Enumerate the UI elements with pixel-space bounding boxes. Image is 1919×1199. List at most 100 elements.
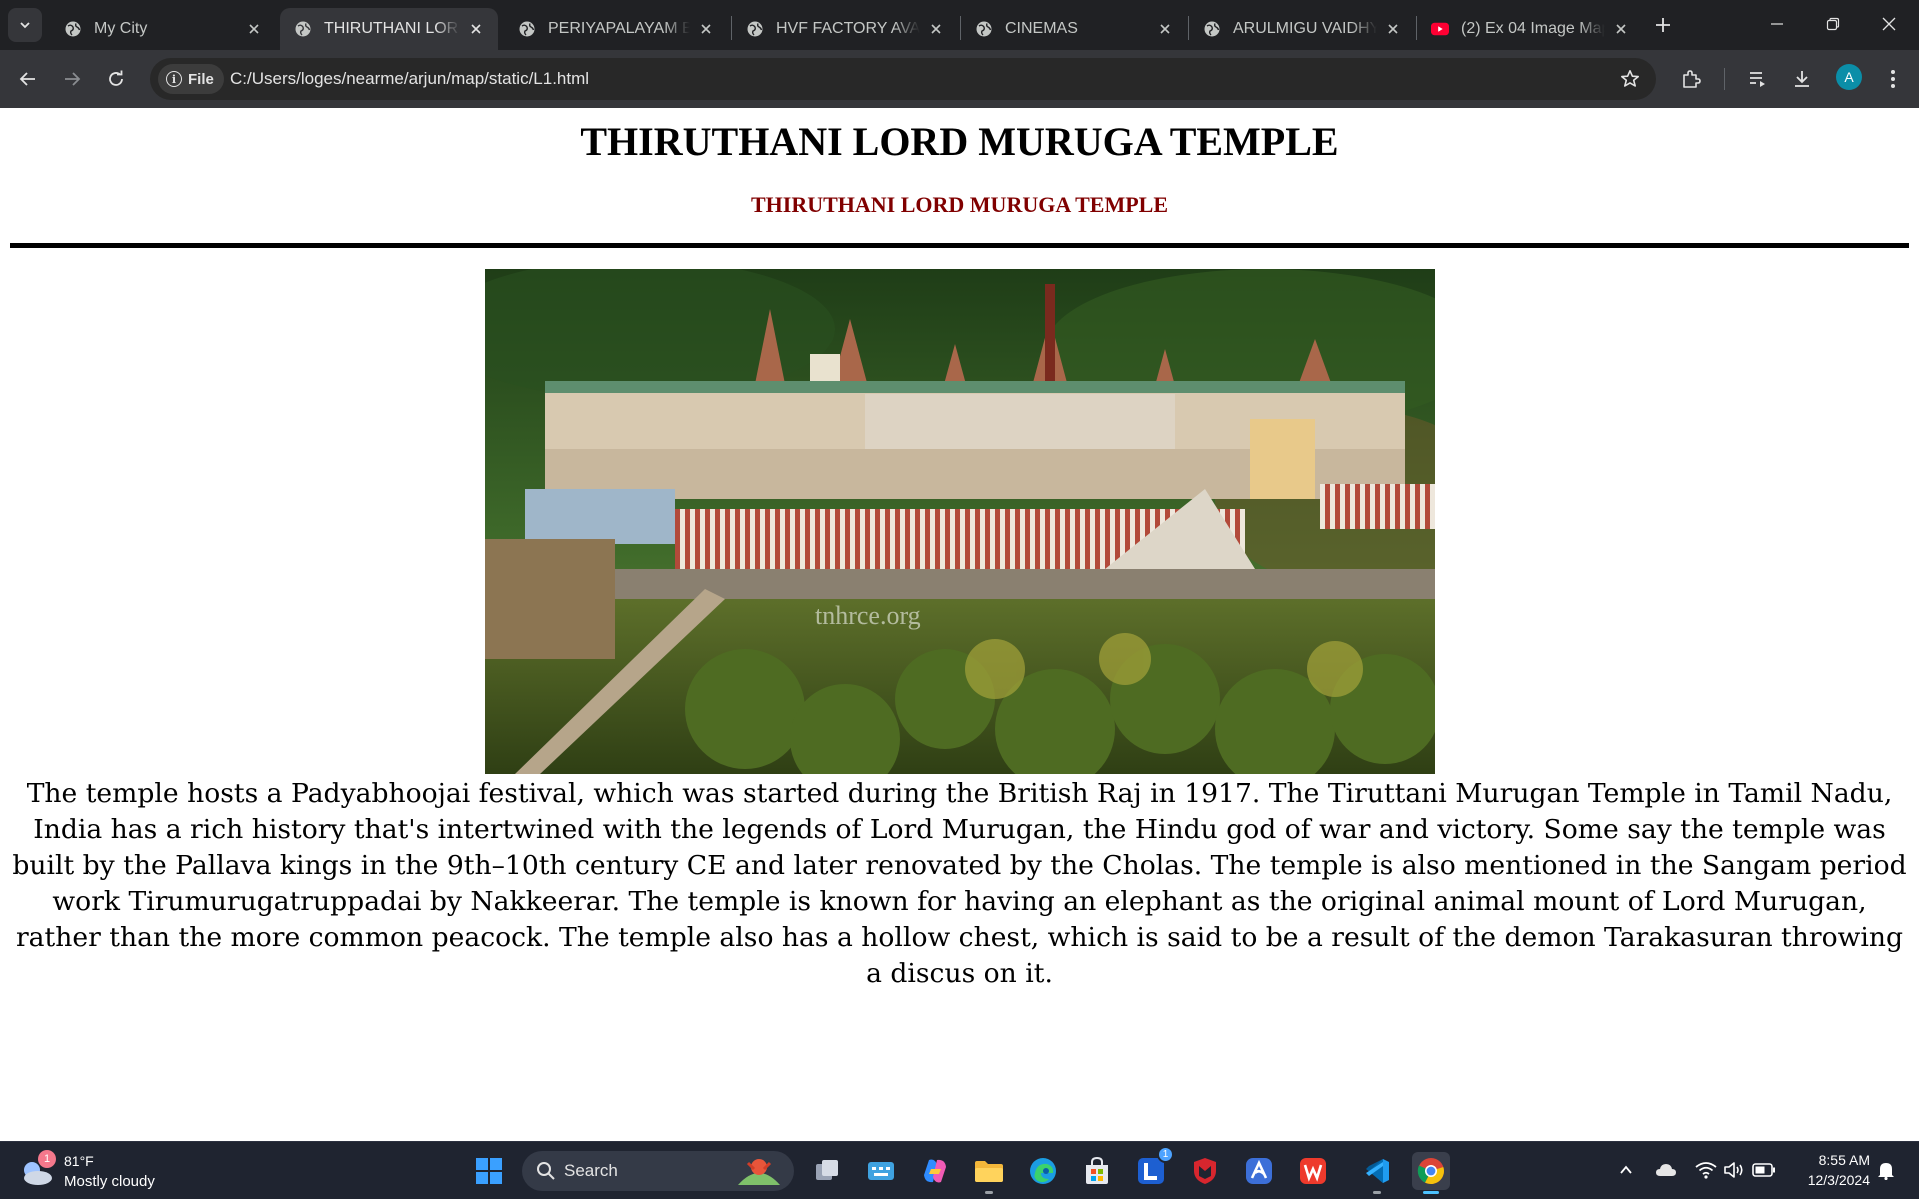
reload-button[interactable] — [100, 63, 132, 95]
notification-badge: 1 — [1157, 1146, 1174, 1163]
tab-arulmigu[interactable]: ARULMIGU VAIDHYA VEERARAGHAVA SWAMY TEMP… — [1189, 8, 1415, 50]
wifi-icon — [1695, 1162, 1717, 1179]
address-bar[interactable]: i File C:/Users/loges/nearme/arjun/map/s… — [150, 58, 1656, 100]
downloads-button[interactable] — [1786, 63, 1818, 95]
notifications-button[interactable] — [1872, 1156, 1900, 1184]
url-text[interactable]: C:/Users/loges/nearme/arjun/map/static/L… — [230, 58, 589, 100]
onedrive-tray[interactable] — [1652, 1156, 1680, 1184]
wifi-tray[interactable] — [1692, 1156, 1720, 1184]
tab-title: ARULMIGU VAIDHYA VEERARAGHAVA SWAMY TEMP… — [1233, 20, 1377, 37]
folder-icon — [975, 1161, 1003, 1182]
arrow-right-icon — [65, 72, 81, 86]
tab-title: CINEMAS — [1005, 20, 1078, 37]
close-icon[interactable] — [244, 19, 264, 39]
search-label: Search — [564, 1161, 618, 1180]
tab-title: (2) Ex 04 Image Map - YouTube — [1461, 20, 1605, 37]
volume-tray[interactable] — [1720, 1156, 1748, 1184]
globe-icon — [746, 20, 764, 38]
chevron-up-icon — [1620, 1165, 1632, 1174]
toolbar-divider — [1724, 68, 1725, 90]
system-clock[interactable]: 8:55 AM 12/3/2024 — [1790, 1150, 1870, 1190]
close-icon[interactable] — [696, 19, 716, 39]
clock-time: 8:55 AM — [1818, 1152, 1870, 1168]
mcafee-app[interactable] — [1186, 1152, 1224, 1190]
weather-temp: 81°F — [64, 1153, 94, 1169]
browser-toolbar: i File C:/Users/loges/nearme/arjun/map/s… — [0, 50, 1919, 108]
task-view-icon — [816, 1160, 838, 1180]
tab-thiruthani-active[interactable]: THIRUTHANI LORD MURUGA TEMPLE — [280, 8, 498, 50]
task-view-button[interactable] — [808, 1152, 846, 1190]
back-button[interactable] — [12, 63, 44, 95]
download-icon — [1795, 71, 1809, 87]
close-icon[interactable] — [1611, 19, 1631, 39]
bookmark-star-button[interactable] — [1618, 67, 1642, 91]
launcher-app[interactable]: 1 — [1132, 1146, 1174, 1190]
site-info-label: File — [188, 70, 214, 88]
tab-title: HVF FACTORY AVADI — [776, 20, 920, 37]
minimize-button[interactable] — [1754, 8, 1800, 40]
edge-app[interactable] — [1024, 1152, 1062, 1190]
windows-taskbar: 1 81°F Mostly cloudy Search 1 8:55 AM 12… — [0, 1141, 1919, 1199]
store-app[interactable] — [1078, 1152, 1116, 1190]
site-info-chip[interactable]: i File — [158, 64, 224, 94]
plus-icon — [1656, 18, 1670, 32]
reload-icon — [109, 70, 123, 86]
touch-keyboard-app[interactable] — [862, 1152, 900, 1190]
puzzle-icon — [1683, 70, 1701, 88]
new-tab-button[interactable] — [1650, 12, 1676, 38]
forward-button[interactable] — [56, 63, 88, 95]
close-window-button[interactable] — [1866, 8, 1912, 40]
weather-condition: Mostly cloudy — [64, 1173, 155, 1190]
store-icon — [1086, 1157, 1108, 1184]
globe-icon — [975, 20, 993, 38]
speaker-icon — [1724, 1162, 1743, 1178]
copilot-app[interactable] — [916, 1152, 954, 1190]
browser-menu-button[interactable] — [1877, 63, 1909, 95]
page-title: THIRUTHANI LORD MURUGA TEMPLE — [580, 119, 1339, 164]
arrow-left-icon — [19, 72, 35, 86]
tab-title: PERIYAPALAYAM BHAVANI AMMAN TEMPLE — [548, 20, 690, 37]
battery-tray[interactable] — [1750, 1156, 1778, 1184]
file-explorer-app[interactable] — [970, 1152, 1008, 1194]
tab-cinemas[interactable]: CINEMAS — [961, 8, 1187, 50]
youtube-icon — [1431, 20, 1449, 38]
close-icon[interactable] — [1155, 19, 1175, 39]
vscode-app[interactable] — [1358, 1152, 1396, 1194]
tab-periyapalayam[interactable]: PERIYAPALAYAM BHAVANI AMMAN TEMPLE — [504, 8, 728, 50]
restore-button[interactable] — [1810, 8, 1856, 40]
extensions-button[interactable] — [1675, 63, 1707, 95]
tab-youtube[interactable]: (2) Ex 04 Image Map - YouTube — [1417, 8, 1643, 50]
chrome-icon — [1417, 1158, 1444, 1185]
show-hidden-icons-button[interactable] — [1612, 1156, 1640, 1184]
temple-description: The temple hosts a Padyabhoojai festival… — [12, 778, 1907, 989]
copilot-icon — [924, 1159, 946, 1183]
profile-avatar[interactable]: A — [1836, 64, 1862, 90]
close-icon[interactable] — [1383, 19, 1403, 39]
tab-search-button[interactable] — [8, 8, 42, 42]
web-page: THIRUTHANI LORD MURUGA TEMPLE THIRUTHANI… — [0, 108, 1919, 1141]
shield-icon — [1194, 1158, 1216, 1184]
windows-logo-icon — [476, 1158, 502, 1184]
globe-icon — [518, 20, 536, 38]
globe-icon — [1203, 20, 1221, 38]
chevron-down-icon — [20, 22, 30, 29]
temple-photo: tnhrce.org — [485, 269, 1435, 774]
star-icon — [1621, 70, 1639, 87]
running-indicator — [985, 1191, 993, 1194]
chrome-app[interactable] — [1412, 1152, 1450, 1194]
weather-widget[interactable]: 1 81°F Mostly cloudy — [18, 1150, 178, 1194]
media-controls-button[interactable] — [1742, 63, 1774, 95]
close-icon[interactable] — [466, 19, 486, 39]
active-indicator — [1423, 1191, 1439, 1194]
arc-app[interactable] — [1240, 1152, 1278, 1190]
tab-hvf-factory[interactable]: HVF FACTORY AVADI — [732, 8, 958, 50]
restore-icon — [1826, 17, 1840, 31]
close-icon[interactable] — [926, 19, 946, 39]
info-icon: i — [166, 71, 182, 87]
tab-my-city[interactable]: My City — [50, 8, 276, 50]
bell-icon — [1878, 1163, 1894, 1180]
wps-office-app[interactable] — [1294, 1152, 1332, 1190]
start-button[interactable] — [470, 1152, 508, 1190]
arc-icon — [1246, 1158, 1272, 1184]
taskbar-search[interactable]: Search — [522, 1151, 794, 1191]
